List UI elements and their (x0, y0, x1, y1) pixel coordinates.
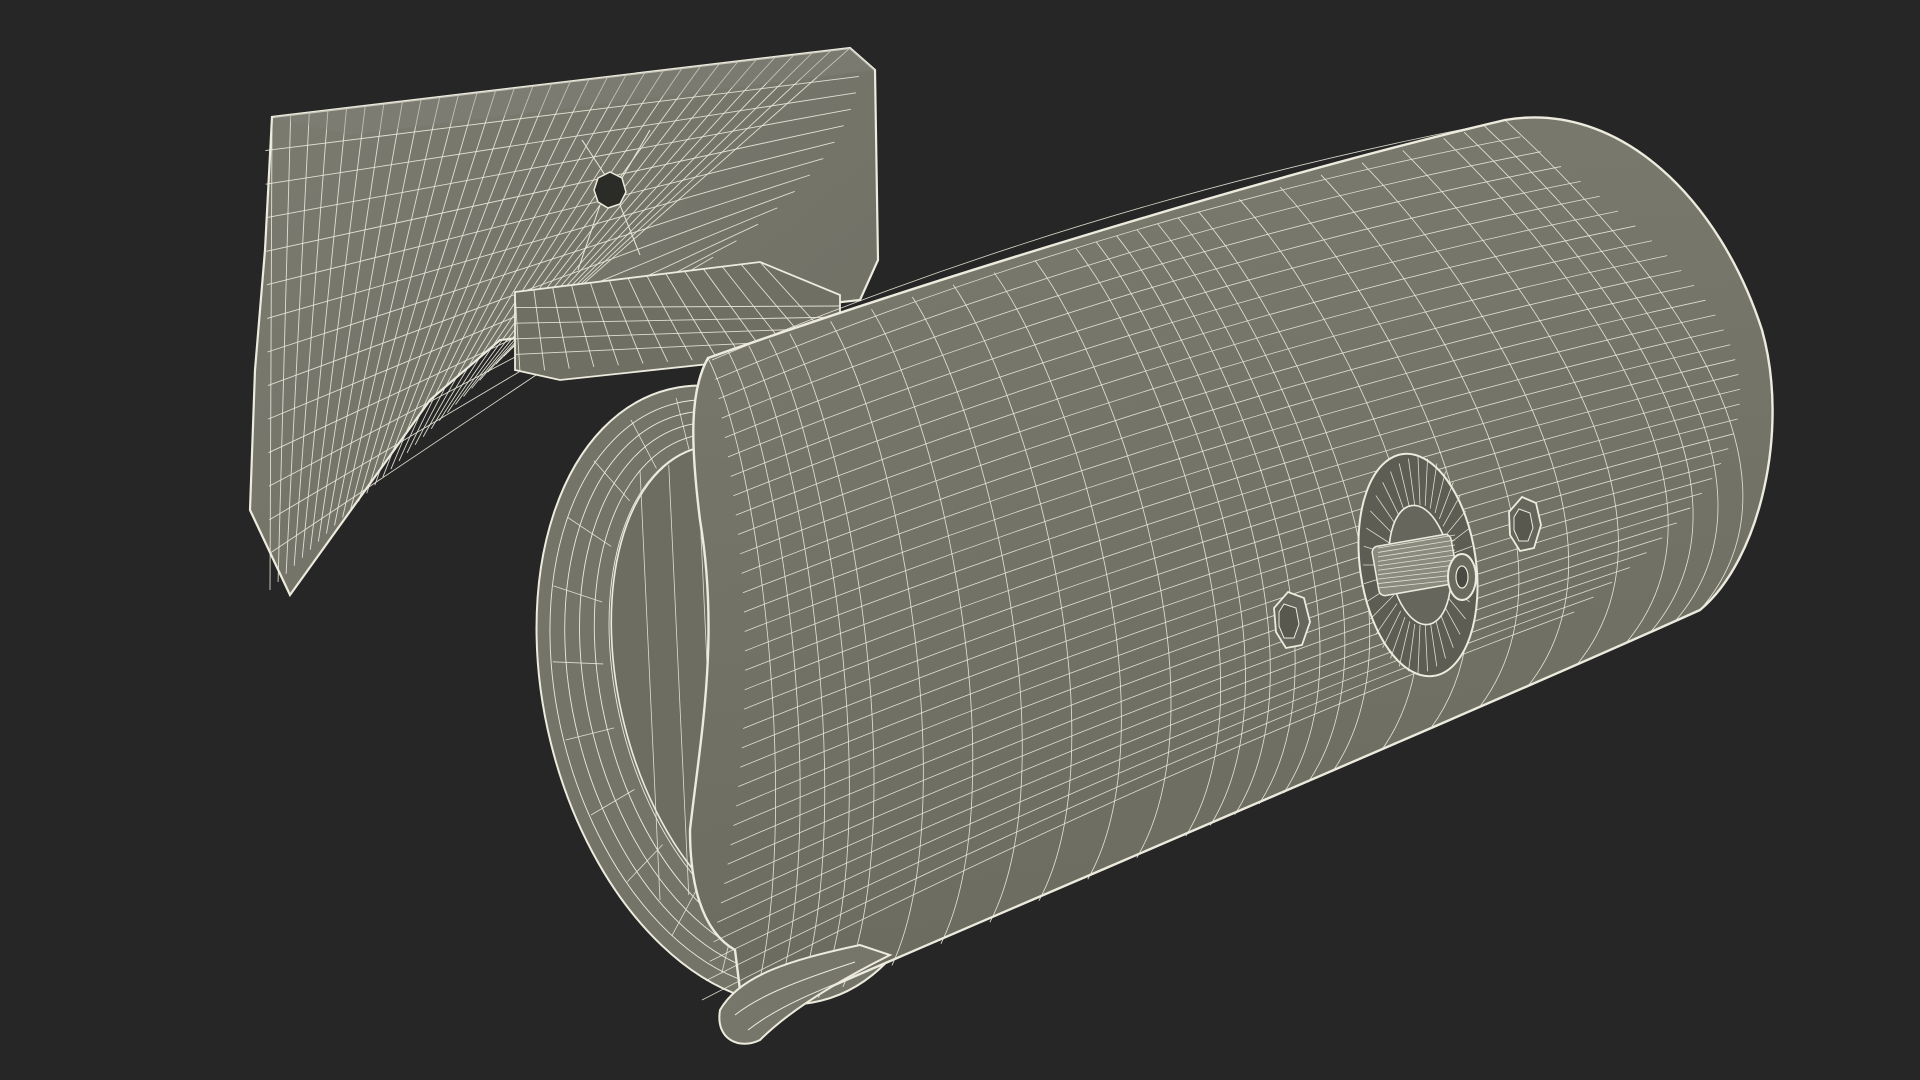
wireframe-model (248, 46, 1774, 1045)
render-viewport (0, 0, 1920, 1080)
screw-hole-icon (593, 171, 627, 209)
